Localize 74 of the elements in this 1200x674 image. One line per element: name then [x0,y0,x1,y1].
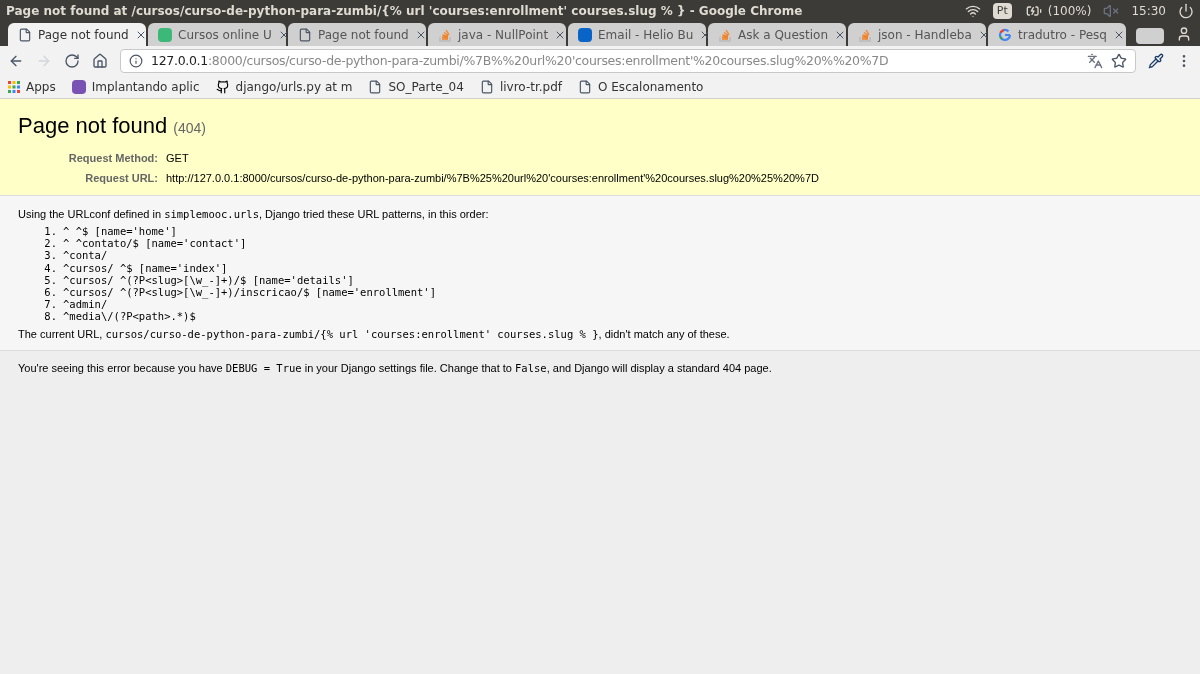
url-pattern: ^cursos/ ^(?P<slug>[\w_-]+)/$ [name='details'] [63,273,354,286]
keyboard-indicator[interactable]: Pt [992,2,1012,20]
tab-title: Page not found [318,26,409,44]
bookmark-link[interactable]: Apps [26,78,56,96]
list-number: 1. [43,225,57,238]
list-number: 4. [43,261,57,274]
page-icon [18,27,32,42]
status-code: (404) [173,119,206,138]
bookmark-link[interactable]: SO_Parte_04 [388,78,464,96]
tab-title: Page not found [38,26,129,44]
url-pattern: ^cursos/ ^$ [name='index'] [63,261,228,274]
apps-grid-icon [8,81,20,93]
tab-title: Cursos online U [178,26,272,44]
stack-icon [858,27,872,42]
g-logo-icon [998,27,1012,42]
field-value: http://127.0.0.1:8000/cursos/curso-de-python-para-zumbi/%7B%25%20url%20'courses:enrollment'%20courses.slug%20%25%20%7D [166,170,820,186]
page-icon [368,80,383,94]
browser-tab[interactable]: Page not found [8,23,146,46]
stack-icon [438,27,452,42]
debug-explanation: You're seeing this error because you have DEBUG = True in your Django settings file. Change that to False, and Django will display a standard 404 page. [18,360,773,376]
field-value: GET [166,151,190,166]
power-icon[interactable] [1178,3,1194,19]
list-number: 2. [43,237,57,250]
eyedropper-icon[interactable] [1148,53,1164,69]
url-pattern: ^media\/(?P<path>.*)$ [63,310,196,323]
bookmark-link[interactable]: livro-tr.pdf [499,78,563,96]
url-pattern: ^conta/ [63,249,108,262]
profile-icon[interactable] [1176,26,1192,42]
list-number: 3. [43,249,57,262]
field-label: Request URL: [84,170,158,186]
current-url-text: The current URL, cursos/curso-de-python-para-zumbi/{% url 'courses:enrollment' courses.slug % }, didn't match any of these. [18,326,731,342]
list-number: 8. [43,310,57,323]
bookmark-link[interactable]: Implantando aplic [91,78,200,96]
tab-title: Email - Helio Bu [598,26,694,44]
back-icon[interactable] [8,53,24,69]
new-tab-button[interactable] [1136,28,1164,44]
u-logo-icon [158,27,172,42]
list-number: 6. [43,286,57,299]
bookmark-link[interactable]: O Escalonamento [598,78,704,96]
browser-tab[interactable]: json - Handleba [848,23,986,46]
stack-icon [718,27,732,42]
list-number: 7. [43,298,57,311]
tab-title: json - Handleba [878,26,972,44]
page-icon [479,80,494,94]
github-icon [215,80,230,94]
browser-tab[interactable]: Ask a Question [708,23,846,46]
tab-title: tradutro - Pesq [1018,26,1107,44]
url-pattern: ^cursos/ ^(?P<slug>[\w_-]+)/inscricao/$ [name='enrollment'] [63,286,436,299]
page-heading: Page not found [18,112,168,140]
browser-tab[interactable]: Page not found [288,23,426,46]
intro-text: Using the URLconf defined in simplemooc.urls, Django tried these URL patterns, in this order: [18,207,490,222]
browser-tab[interactable]: java - NullPoint [428,23,566,46]
window-title: Page not found at /cursos/curso-de-python-para-zumbi/{% url 'courses:enrollment' courses.slug % } - Google Chrome [6,3,803,20]
h-logo-icon [71,80,86,94]
clock[interactable]: 15:30 [1131,2,1166,20]
tab-title: Ask a Question [738,26,829,44]
address-bar[interactable]: 127.0.0.1:8000/cursos/curso-de-python-para-zumbi/%7B%%20url%20'courses:enrollment'%20courses.slug%20%%20%7D [120,49,1136,73]
browser-tab[interactable]: Cursos online U [148,23,286,46]
page-icon [578,80,593,94]
wifi-icon[interactable] [964,3,981,19]
url-pattern: ^ ^contato/$ [name='contact'] [63,237,247,250]
home-icon[interactable] [92,53,108,69]
mail-logo-icon [578,27,592,42]
reload-icon[interactable] [64,53,80,69]
browser-tab[interactable]: tradutro - Pesq [988,23,1126,46]
browser-tab[interactable]: Email - Helio Bu [568,23,706,46]
field-label: Request Method: [67,151,158,166]
list-number: 5. [43,273,57,286]
url-pattern: ^admin/ [63,298,108,311]
battery-percent: (100%) [1047,3,1092,20]
tab-title: java - NullPoint [458,26,549,44]
page-icon [298,27,312,42]
bookmark-link[interactable]: django/urls.py at m [235,78,353,96]
url-pattern: ^ ^$ [name='home'] [63,225,177,238]
